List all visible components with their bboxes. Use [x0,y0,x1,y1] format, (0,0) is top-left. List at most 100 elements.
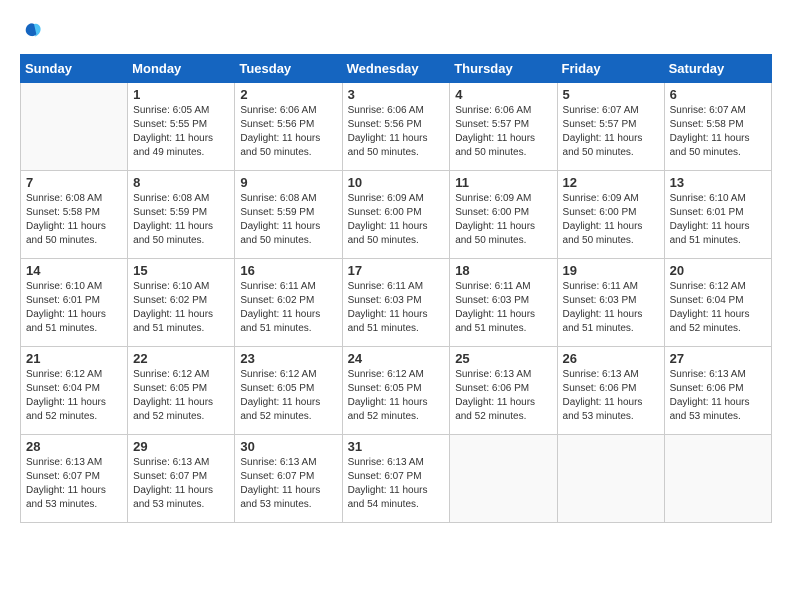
day-number: 10 [348,175,445,190]
header-tuesday: Tuesday [235,55,342,83]
header-friday: Friday [557,55,664,83]
calendar-cell: 16Sunrise: 6:11 AM Sunset: 6:02 PM Dayli… [235,259,342,347]
day-info: Sunrise: 6:12 AM Sunset: 6:04 PM Dayligh… [26,368,122,424]
day-info: Sunrise: 6:07 AM Sunset: 5:58 PM Dayligh… [670,104,766,160]
day-info: Sunrise: 6:08 AM Sunset: 5:58 PM Dayligh… [26,192,122,248]
day-number: 22 [133,351,229,366]
day-info: Sunrise: 6:11 AM Sunset: 6:03 PM Dayligh… [348,280,445,336]
day-info: Sunrise: 6:12 AM Sunset: 6:05 PM Dayligh… [240,368,336,424]
day-number: 2 [240,87,336,102]
day-info: Sunrise: 6:11 AM Sunset: 6:03 PM Dayligh… [455,280,551,336]
header-wednesday: Wednesday [342,55,450,83]
logo [20,20,46,44]
calendar-cell: 27Sunrise: 6:13 AM Sunset: 6:06 PM Dayli… [664,347,771,435]
day-info: Sunrise: 6:06 AM Sunset: 5:56 PM Dayligh… [240,104,336,160]
calendar-cell: 12 Sunrise: 6:09 AM Sunset: 6:00 PM Dayli… [557,171,664,259]
day-info: Sunrise: 6:09 AM Sunset: 6:00 PM Dayligh… [455,192,551,248]
day-number: 28 [26,439,122,454]
calendar-cell [21,83,128,171]
calendar-cell: 30Sunrise: 6:13 AM Sunset: 6:07 PM Dayli… [235,435,342,523]
calendar-cell: 6 Sunrise: 6:07 AM Sunset: 5:58 PM Daylig… [664,83,771,171]
calendar-cell: 5 Sunrise: 6:07 AM Sunset: 5:57 PM Daylig… [557,83,664,171]
calendar-cell [664,435,771,523]
day-info: Sunrise: 6:10 AM Sunset: 6:02 PM Dayligh… [133,280,229,336]
day-info: Sunrise: 6:13 AM Sunset: 6:06 PM Dayligh… [670,368,766,424]
day-number: 19 [563,263,659,278]
page-header [20,20,772,44]
day-info: Sunrise: 6:13 AM Sunset: 6:06 PM Dayligh… [455,368,551,424]
week-row-5: 28 Sunrise: 6:13 AM Sunset: 6:07 PM Dayli… [21,435,772,523]
day-info: Sunrise: 6:13 AM Sunset: 6:07 PM Dayligh… [26,456,122,512]
day-info: Sunrise: 6:06 AM Sunset: 5:57 PM Dayligh… [455,104,551,160]
calendar-cell: 26 Sunrise: 6:13 AM Sunset: 6:06 PM Dayli… [557,347,664,435]
week-row-3: 14Sunrise: 6:10 AM Sunset: 6:01 PM Dayli… [21,259,772,347]
calendar-cell: 7 Sunrise: 6:08 AM Sunset: 5:58 PM Daylig… [21,171,128,259]
day-info: Sunrise: 6:09 AM Sunset: 6:00 PM Dayligh… [563,192,659,248]
day-info: Sunrise: 6:12 AM Sunset: 6:05 PM Dayligh… [133,368,229,424]
day-number: 13 [670,175,766,190]
calendar-cell: 29 Sunrise: 6:13 AM Sunset: 6:07 PM Dayli… [128,435,235,523]
week-row-2: 7 Sunrise: 6:08 AM Sunset: 5:58 PM Daylig… [21,171,772,259]
calendar-cell [450,435,557,523]
day-info: Sunrise: 6:08 AM Sunset: 5:59 PM Dayligh… [240,192,336,248]
calendar-cell: 24Sunrise: 6:12 AM Sunset: 6:05 PM Dayli… [342,347,450,435]
day-number: 9 [240,175,336,190]
day-info: Sunrise: 6:08 AM Sunset: 5:59 PM Dayligh… [133,192,229,248]
day-info: Sunrise: 6:12 AM Sunset: 6:04 PM Dayligh… [670,280,766,336]
calendar-cell: 4 Sunrise: 6:06 AM Sunset: 5:57 PM Daylig… [450,83,557,171]
calendar-table: SundayMondayTuesdayWednesdayThursdayFrid… [20,54,772,523]
calendar-cell: 14Sunrise: 6:10 AM Sunset: 6:01 PM Dayli… [21,259,128,347]
calendar-cell [557,435,664,523]
day-number: 31 [348,439,445,454]
calendar-cell: 15Sunrise: 6:10 AM Sunset: 6:02 PM Dayli… [128,259,235,347]
calendar-cell: 13 Sunrise: 6:10 AM Sunset: 6:01 PM Dayli… [664,171,771,259]
day-info: Sunrise: 6:13 AM Sunset: 6:06 PM Dayligh… [563,368,659,424]
day-number: 8 [133,175,229,190]
day-number: 18 [455,263,551,278]
day-number: 6 [670,87,766,102]
day-number: 25 [455,351,551,366]
day-info: Sunrise: 6:11 AM Sunset: 6:03 PM Dayligh… [563,280,659,336]
calendar-cell: 17 Sunrise: 6:11 AM Sunset: 6:03 PM Dayli… [342,259,450,347]
day-info: Sunrise: 6:10 AM Sunset: 6:01 PM Dayligh… [26,280,122,336]
calendar-cell: 25 Sunrise: 6:13 AM Sunset: 6:06 PM Dayli… [450,347,557,435]
day-number: 29 [133,439,229,454]
day-info: Sunrise: 6:07 AM Sunset: 5:57 PM Dayligh… [563,104,659,160]
day-info: Sunrise: 6:09 AM Sunset: 6:00 PM Dayligh… [348,192,445,248]
day-info: Sunrise: 6:10 AM Sunset: 6:01 PM Dayligh… [670,192,766,248]
calendar-cell: 9 Sunrise: 6:08 AM Sunset: 5:59 PM Daylig… [235,171,342,259]
week-row-1: 1 Sunrise: 6:05 AM Sunset: 5:55 PM Daylig… [21,83,772,171]
header-monday: Monday [128,55,235,83]
day-number: 20 [670,263,766,278]
day-number: 24 [348,351,445,366]
day-number: 26 [563,351,659,366]
day-info: Sunrise: 6:13 AM Sunset: 6:07 PM Dayligh… [133,456,229,512]
day-number: 5 [563,87,659,102]
day-number: 12 [563,175,659,190]
day-info: Sunrise: 6:11 AM Sunset: 6:02 PM Dayligh… [240,280,336,336]
day-number: 21 [26,351,122,366]
calendar-cell: 2 Sunrise: 6:06 AM Sunset: 5:56 PM Daylig… [235,83,342,171]
header-saturday: Saturday [664,55,771,83]
header-thursday: Thursday [450,55,557,83]
calendar-cell: 20 Sunrise: 6:12 AM Sunset: 6:04 PM Dayli… [664,259,771,347]
day-info: Sunrise: 6:13 AM Sunset: 6:07 PM Dayligh… [348,456,445,512]
day-number: 3 [348,87,445,102]
logo-bird-icon [22,20,46,44]
day-info: Sunrise: 6:05 AM Sunset: 5:55 PM Dayligh… [133,104,229,160]
calendar-cell: 1 Sunrise: 6:05 AM Sunset: 5:55 PM Daylig… [128,83,235,171]
calendar-cell: 23 Sunrise: 6:12 AM Sunset: 6:05 PM Dayli… [235,347,342,435]
day-number: 7 [26,175,122,190]
week-row-4: 21 Sunrise: 6:12 AM Sunset: 6:04 PM Dayli… [21,347,772,435]
day-number: 23 [240,351,336,366]
day-number: 1 [133,87,229,102]
day-number: 4 [455,87,551,102]
calendar-cell: 18 Sunrise: 6:11 AM Sunset: 6:03 PM Dayli… [450,259,557,347]
calendar-cell: 21 Sunrise: 6:12 AM Sunset: 6:04 PM Dayli… [21,347,128,435]
calendar-cell: 3 Sunrise: 6:06 AM Sunset: 5:56 PM Daylig… [342,83,450,171]
day-info: Sunrise: 6:06 AM Sunset: 5:56 PM Dayligh… [348,104,445,160]
day-info: Sunrise: 6:13 AM Sunset: 6:07 PM Dayligh… [240,456,336,512]
day-number: 17 [348,263,445,278]
calendar-header-row: SundayMondayTuesdayWednesdayThursdayFrid… [21,55,772,83]
calendar-cell: 11Sunrise: 6:09 AM Sunset: 6:00 PM Dayli… [450,171,557,259]
